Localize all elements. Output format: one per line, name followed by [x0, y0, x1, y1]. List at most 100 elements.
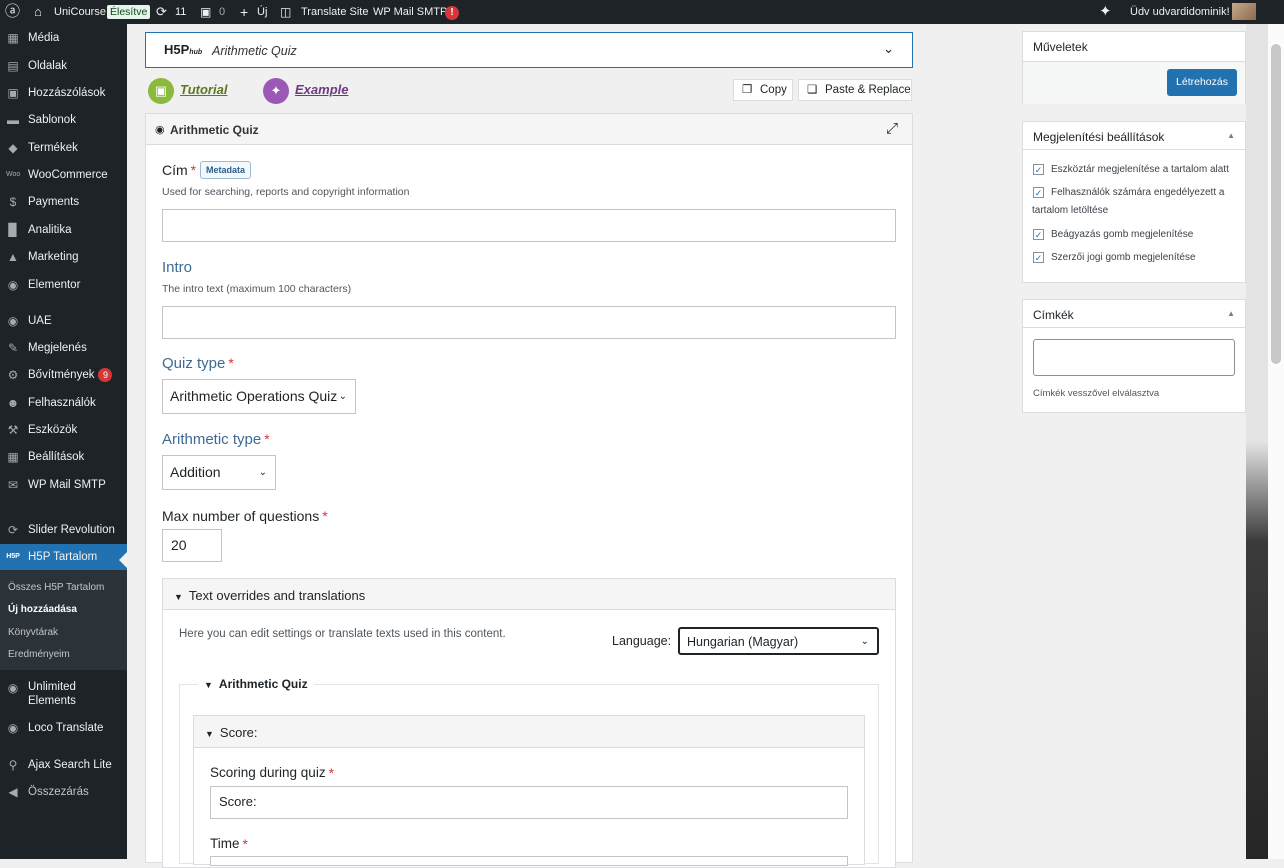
avatar[interactable] — [1232, 3, 1256, 20]
menu-item-payments[interactable]: $ Payments — [0, 189, 127, 215]
menu-item-woocommerce[interactable]: Woo WooCommerce — [0, 162, 127, 188]
menu-item-ajax-search[interactable]: ⚲ Ajax Search Lite — [0, 752, 127, 778]
menu-item-media[interactable]: ▦ Média — [0, 25, 127, 51]
content-type-selector[interactable]: H5Phub Arithmetic Quiz ⌄ — [145, 32, 913, 68]
submenu-all-h5p[interactable]: Összes H5P Tartalom — [8, 582, 104, 593]
sparkle-icon[interactable]: ✦ — [1099, 0, 1112, 24]
menu-item-collapse[interactable]: ◀ Összezárás — [0, 779, 127, 805]
language-select[interactable]: Hungarian (Magyar) ⌄ — [678, 627, 879, 655]
menu-label: WooCommerce — [28, 169, 108, 181]
scrollbar-thumb[interactable] — [1271, 44, 1281, 364]
intro-input[interactable] — [162, 306, 896, 339]
score-group-header[interactable] — [194, 716, 864, 748]
publish-box: Műveletek Létrehozás — [1022, 31, 1246, 104]
menu-item-h5p[interactable]: H5P H5P Tartalom — [0, 544, 127, 570]
menu-label: Bővítmények 9 — [28, 362, 113, 388]
metadata-button[interactable]: Metadata — [200, 161, 252, 179]
copy-button[interactable]: ❐ Copy — [733, 79, 793, 101]
menu-label: Ajax Search Lite — [28, 759, 112, 771]
menu-item-plugins[interactable]: ⚙ Bővítmények 9 — [0, 362, 127, 388]
scoring-input[interactable]: Score: — [210, 786, 848, 819]
submenu-add-new[interactable]: Új hozzáadása — [8, 604, 77, 615]
submenu-my-results[interactable]: Eredményeim — [8, 649, 70, 660]
example-link[interactable]: Example — [295, 82, 348, 97]
updates-icon[interactable]: ⟳ — [156, 0, 167, 24]
submenu-libraries[interactable]: Könyvtárak — [8, 627, 58, 638]
tutorial-link[interactable]: Tutorial — [180, 82, 227, 97]
quiz-type-select[interactable]: Arithmetic Operations Quiz ⌄ — [162, 379, 356, 414]
search-icon: ⚲ — [8, 758, 18, 772]
menu-item-unlimited-elements[interactable]: ◉ Unlimited Elements — [0, 675, 127, 709]
smtp-alert-badge: ! — [445, 6, 459, 20]
translate-icon[interactable]: ◫ — [280, 0, 291, 24]
menu-item-products[interactable]: ◆ Termékek — [0, 135, 127, 161]
comments-icon[interactable]: ▣ — [200, 0, 211, 24]
menu-item-analytics[interactable]: ▉ Analitika — [0, 217, 127, 243]
collapse-up-icon[interactable]: ▲ — [1227, 131, 1235, 140]
menu-label: Összezárás — [28, 786, 89, 798]
menu-item-marketing[interactable]: ▲ Marketing — [0, 244, 127, 270]
tags-textarea[interactable] — [1033, 339, 1235, 376]
menu-item-elementor[interactable]: ◉ Elementor — [0, 272, 127, 298]
menu-item-comments[interactable]: ▣ Hozzászólások — [0, 80, 127, 106]
menu-label: Termékek — [28, 142, 78, 154]
menu-label: Hozzászólások — [28, 87, 106, 99]
language-label: Language: — [612, 634, 672, 648]
title-label: Cím * — [162, 162, 197, 178]
create-button[interactable]: Létrehozás — [1167, 69, 1237, 96]
arithmetic-type-select[interactable]: Addition ⌄ — [162, 455, 276, 490]
menu-label: Média — [28, 32, 60, 44]
menu-label: H5P Tartalom — [28, 551, 98, 563]
menu-item-appearance[interactable]: ✎ Megjelenés — [0, 335, 127, 361]
checkbox-download[interactable]: ✓ — [1033, 187, 1044, 198]
site-name-link[interactable]: UniCourse — [54, 0, 106, 24]
tutorial-book-icon: ▣ — [148, 78, 174, 104]
collapse-up-icon[interactable]: ▲ — [1227, 309, 1235, 318]
clipboard-icon: ❑ — [807, 84, 818, 96]
home-icon[interactable]: ⌂ — [34, 0, 42, 24]
live-badge: Élesítve — [107, 5, 151, 19]
menu-item-wp-mail-smtp[interactable]: ✉ WP Mail SMTP — [0, 472, 127, 498]
updates-count[interactable]: 11 — [175, 0, 186, 24]
menu-item-tools[interactable]: ⚒ Eszközök — [0, 417, 127, 443]
checkbox-copyright[interactable]: ✓ — [1033, 252, 1044, 263]
menu-item-pages[interactable]: ▤ Oldalak — [0, 53, 127, 79]
tags-hint: Címkék vesszővel elválasztva — [1033, 388, 1160, 399]
unlimited-elements-icon: ◉ — [7, 681, 19, 695]
woocommerce-icon: Woo — [6, 171, 21, 178]
paste-replace-button[interactable]: ❑ Paste & Replace — [798, 79, 912, 101]
max-questions-input[interactable]: 20 — [162, 529, 222, 562]
menu-label: Felhasználók — [28, 397, 96, 409]
translate-site-link[interactable]: Translate Site — [301, 0, 368, 24]
title-input[interactable] — [162, 209, 896, 242]
fullscreen-icon[interactable]: ⤢ — [886, 120, 898, 137]
mail-icon: ✉ — [7, 478, 19, 492]
slider-icon: ⟳ — [7, 523, 19, 537]
arithmetic-quiz-group-title[interactable]: ▼ Arithmetic Quiz — [198, 676, 314, 693]
menu-item-loco-translate[interactable]: ◉ Loco Translate — [0, 715, 127, 741]
checkbox-toolbar-label: Eszköztár megjelenítése a tartalom alatt — [1051, 164, 1229, 175]
menu-item-settings[interactable]: ▦ Beállítások — [0, 444, 127, 470]
marketing-icon: ▲ — [7, 250, 19, 264]
menu-label: WP Mail SMTP — [28, 479, 106, 491]
greeting[interactable]: Üdv udvardidominik! — [1130, 0, 1230, 24]
wordpress-logo-icon[interactable]: ⓐ — [5, 0, 20, 24]
checkbox-embed[interactable]: ✓ — [1033, 229, 1044, 240]
checkbox-toolbar[interactable]: ✓ — [1033, 164, 1044, 175]
users-icon: ☻ — [6, 396, 20, 410]
comments-count[interactable]: 0 — [219, 0, 225, 24]
arithmetic-type-value: Addition — [170, 464, 221, 480]
time-input[interactable] — [210, 856, 848, 866]
menu-item-templates[interactable]: ▬ Sablonok — [0, 107, 127, 133]
checkbox-copyright-label: Szerzői jogi gomb megjelenítése — [1051, 252, 1196, 263]
plus-icon[interactable]: + — [240, 0, 248, 24]
new-link[interactable]: Új — [257, 0, 267, 24]
menu-item-users[interactable]: ☻ Felhasználók — [0, 390, 127, 416]
chevron-down-icon: ⌄ — [860, 636, 869, 647]
menu-item-uae[interactable]: ◉ UAE — [0, 308, 127, 334]
wp-mail-smtp-link[interactable]: WP Mail SMTP — [373, 0, 447, 24]
time-label: Time * — [210, 836, 248, 852]
chevron-down-icon[interactable]: ⌄ — [883, 41, 894, 57]
tags-title: Címkék — [1033, 308, 1074, 322]
menu-item-slider-revolution[interactable]: ⟳ Slider Revolution — [0, 517, 127, 543]
